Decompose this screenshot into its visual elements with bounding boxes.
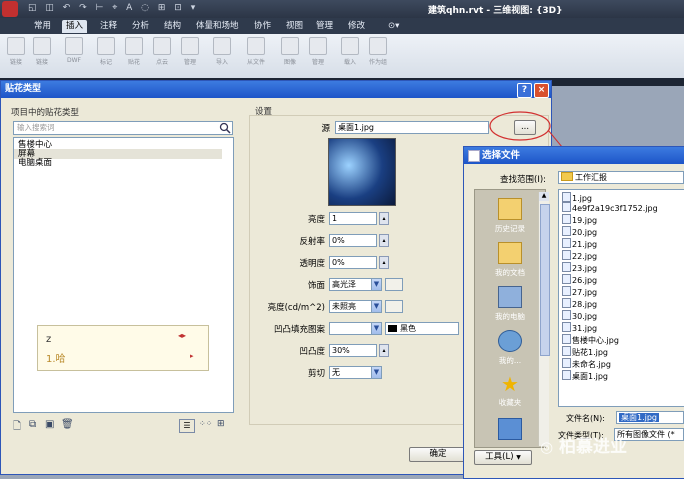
look-in-select[interactable]: 工作汇报 xyxy=(558,171,684,184)
image-file-icon xyxy=(562,192,571,202)
file-name: 桌面1.jpg xyxy=(572,372,609,381)
list-item[interactable]: 30.jpg xyxy=(562,310,597,322)
file-name: 20.jpg xyxy=(572,228,598,237)
place-label: 我的... xyxy=(498,356,522,365)
file-list[interactable]: 1.jpg 4e9f2a19c3f1752.jpg 19.jpg 20.jpg … xyxy=(558,189,684,407)
file-name: 售楼中心.jpg xyxy=(572,336,619,345)
image-file-icon xyxy=(562,298,571,308)
file-name: 23.jpg xyxy=(572,264,598,273)
list-item[interactable]: 售楼中心.jpg xyxy=(562,334,619,346)
image-file-icon xyxy=(562,202,571,212)
file-name: 31.jpg xyxy=(572,324,598,333)
image-file-icon xyxy=(562,322,571,332)
star-icon: ★ xyxy=(501,372,519,396)
select-file-dialog: 选择文件 查找范围(I): 工作汇报 历史记录 我的文档 我的电脑 我的... … xyxy=(463,146,684,479)
list-item[interactable]: 28.jpg xyxy=(562,298,597,310)
image-file-icon xyxy=(562,370,571,380)
chevron-down-icon: ▼ xyxy=(516,454,521,461)
file-name: 22.jpg xyxy=(572,252,598,261)
annotation-ellipse xyxy=(489,111,551,141)
image-file-icon xyxy=(562,346,571,356)
ie-icon xyxy=(498,418,522,440)
image-file-icon xyxy=(562,262,571,272)
file-dialog-app-icon xyxy=(468,150,480,162)
list-item[interactable]: 4e9f2a19c3f1752.jpg xyxy=(562,202,658,214)
filename-label: 文件名(N): xyxy=(566,414,605,423)
computer-icon xyxy=(498,286,522,308)
file-name: 30.jpg xyxy=(572,312,598,321)
place-label: 收藏夹 xyxy=(498,398,522,407)
place-label: 我的文档 xyxy=(495,268,525,277)
places-bar: 历史记录 我的文档 我的电脑 我的... ★ 收藏夹 xyxy=(474,189,546,448)
file-name: 27.jpg xyxy=(572,288,598,297)
places-scrollbar[interactable]: ▲ xyxy=(538,192,550,446)
place-desktop[interactable] xyxy=(475,418,545,443)
watermark-text: 柏慕进业 xyxy=(559,437,628,457)
file-name: 21.jpg xyxy=(572,240,598,249)
list-item[interactable]: 桌面1.jpg xyxy=(562,370,608,382)
place-label: 我的电脑 xyxy=(495,312,525,321)
filename-value: 桌面1.jpg xyxy=(619,413,660,422)
image-file-icon xyxy=(562,238,571,248)
list-item[interactable]: 21.jpg xyxy=(562,238,597,250)
list-item[interactable]: 27.jpg xyxy=(562,286,597,298)
file-name: 4e9f2a19c3f1752.jpg xyxy=(572,204,658,213)
network-icon xyxy=(498,330,522,352)
list-item[interactable]: 贴花1.jpg xyxy=(562,346,608,358)
look-in-value: 工作汇报 xyxy=(575,173,607,182)
place-favorites[interactable]: ★ 收藏夹 xyxy=(475,374,545,408)
scroll-thumb[interactable] xyxy=(540,204,550,356)
file-dialog-title: 选择文件 xyxy=(482,150,521,161)
file-name: 未命名.jpg xyxy=(572,360,611,369)
place-history[interactable]: 历史记录 xyxy=(475,198,545,234)
folder-icon xyxy=(561,172,573,181)
image-file-icon xyxy=(562,358,571,368)
look-in-label: 查找范围(I): xyxy=(500,175,547,185)
tools-button[interactable]: 工具(L) ▼ xyxy=(474,450,532,465)
place-my-documents[interactable]: 我的文档 xyxy=(475,242,545,278)
documents-folder-icon xyxy=(498,242,522,264)
file-name: 28.jpg xyxy=(572,300,598,309)
place-my-computer[interactable]: 我的电脑 xyxy=(475,286,545,322)
list-item[interactable]: 31.jpg xyxy=(562,322,597,334)
image-file-icon xyxy=(562,226,571,236)
watermark: ◎ 柏慕进业 xyxy=(540,432,627,457)
file-name: 26.jpg xyxy=(572,276,598,285)
wechat-icon: ◎ xyxy=(540,438,554,456)
image-file-icon xyxy=(562,274,571,284)
history-folder-icon xyxy=(498,198,522,220)
file-name: 19.jpg xyxy=(572,216,598,225)
image-file-icon xyxy=(562,310,571,320)
list-item[interactable]: 19.jpg xyxy=(562,214,597,226)
image-file-icon xyxy=(562,250,571,260)
place-network[interactable]: 我的... xyxy=(475,330,545,366)
filename-input[interactable]: 桌面1.jpg xyxy=(616,411,684,424)
image-file-icon xyxy=(562,214,571,224)
list-item[interactable]: 26.jpg xyxy=(562,274,597,286)
scroll-up-icon[interactable]: ▲ xyxy=(539,192,549,201)
file-dialog-titlebar: 选择文件 xyxy=(464,147,684,164)
image-file-icon xyxy=(562,334,571,344)
image-file-icon xyxy=(562,286,571,296)
list-item[interactable]: 20.jpg xyxy=(562,226,597,238)
file-name: 贴花1.jpg xyxy=(572,348,609,357)
list-item[interactable]: 22.jpg xyxy=(562,250,597,262)
place-label: 历史记录 xyxy=(495,224,525,233)
list-item[interactable]: 23.jpg xyxy=(562,262,597,274)
tools-button-label: 工具(L) xyxy=(485,452,514,462)
list-item[interactable]: 未命名.jpg xyxy=(562,358,611,370)
